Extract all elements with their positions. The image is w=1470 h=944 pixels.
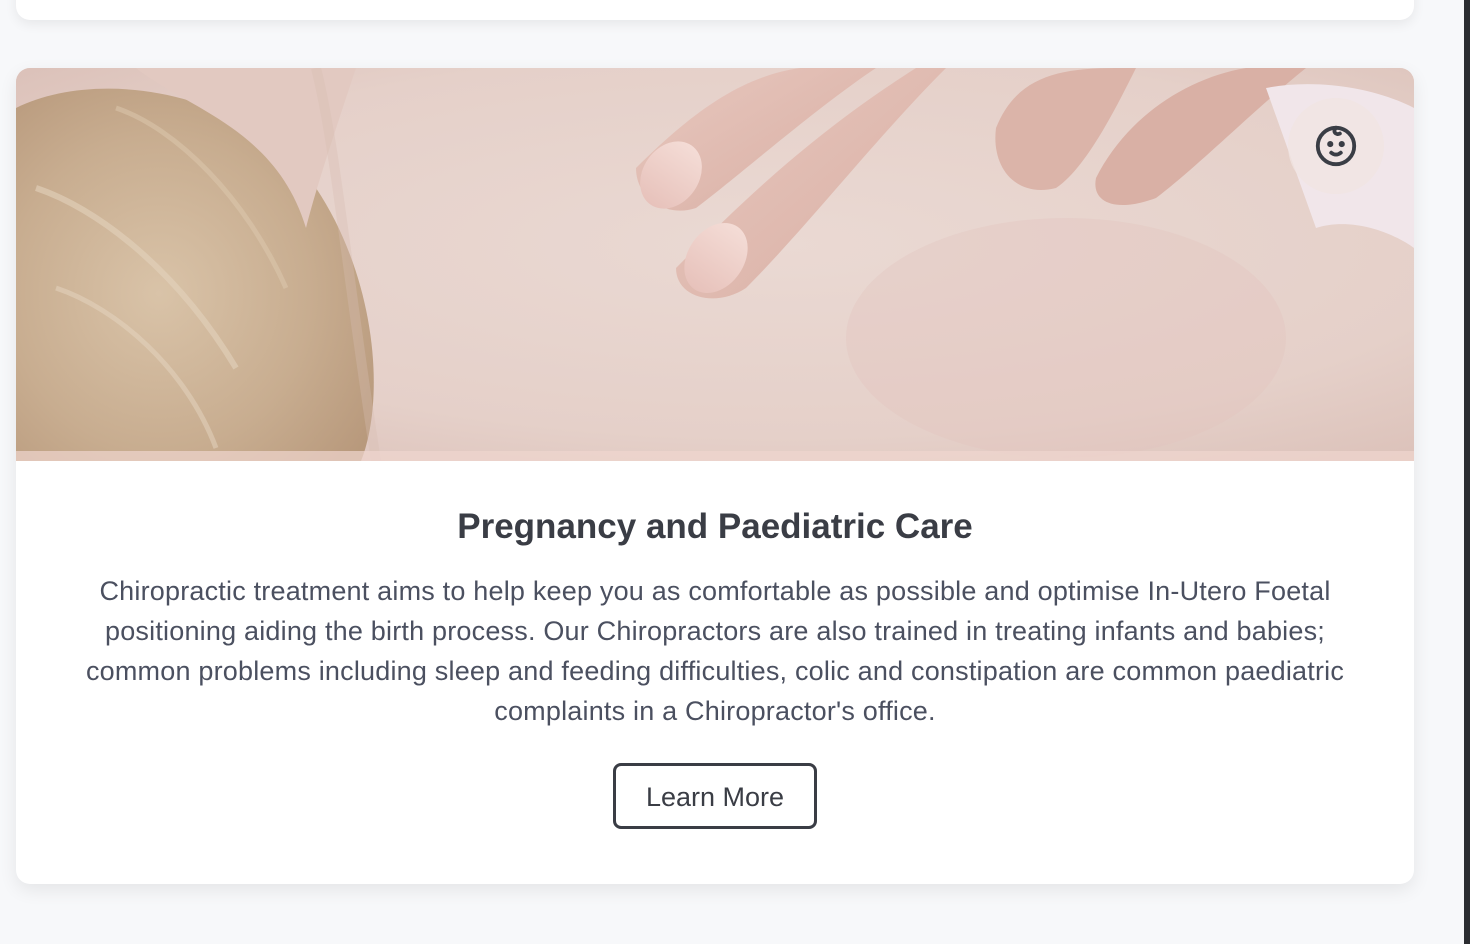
card-body: Pregnancy and Paediatric Care Chiropract… — [16, 461, 1414, 829]
card-title: Pregnancy and Paediatric Care — [457, 507, 973, 546]
badge-icon-container — [1288, 98, 1384, 194]
service-card: Pregnancy and Paediatric Care Chiropract… — [16, 68, 1414, 884]
hero-image — [16, 68, 1414, 461]
learn-more-button[interactable]: Learn More — [613, 763, 817, 829]
card-description: Chiropractic treatment aims to help keep… — [85, 576, 1345, 726]
baby-face-icon — [1315, 125, 1357, 167]
window-edge — [1464, 0, 1470, 944]
previous-card — [16, 0, 1414, 20]
